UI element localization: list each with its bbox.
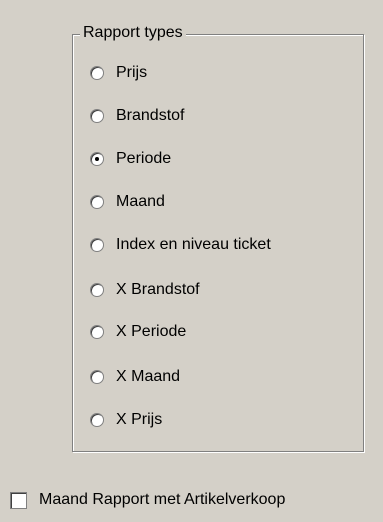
radio-prijs[interactable]: Prijs bbox=[90, 63, 147, 83]
radio-label: Maand bbox=[116, 193, 165, 210]
radio-label: Index en niveau ticket bbox=[116, 236, 271, 253]
checkbox-icon[interactable] bbox=[10, 491, 27, 509]
radio-x-brandstof[interactable]: X Brandstof bbox=[90, 280, 200, 300]
radio-circle-icon[interactable] bbox=[90, 66, 104, 80]
radio-index-en-niveau-ticket[interactable]: Index en niveau ticket bbox=[90, 235, 271, 255]
radio-circle-icon[interactable] bbox=[90, 152, 104, 166]
groupbox-title: Rapport types bbox=[80, 23, 186, 43]
radio-circle-icon[interactable] bbox=[90, 195, 104, 209]
radio-x-prijs[interactable]: X Prijs bbox=[90, 410, 162, 430]
radio-label: X Periode bbox=[116, 323, 187, 340]
radio-label: X Maand bbox=[116, 368, 181, 385]
radio-maand[interactable]: Maand bbox=[90, 192, 165, 212]
checkbox-label: Maand Rapport met Artikelverkoop bbox=[39, 491, 286, 508]
radio-circle-icon[interactable] bbox=[90, 109, 104, 123]
radio-circle-icon[interactable] bbox=[90, 238, 104, 252]
radio-x-maand[interactable]: X Maand bbox=[90, 367, 180, 387]
radio-label: X Prijs bbox=[116, 411, 163, 428]
radio-circle-icon[interactable] bbox=[90, 325, 104, 339]
radio-label: X Brandstof bbox=[116, 281, 200, 298]
radio-circle-icon[interactable] bbox=[90, 283, 104, 297]
radio-label: Brandstof bbox=[116, 107, 185, 124]
radio-circle-icon[interactable] bbox=[90, 413, 104, 427]
maand-rapport-checkbox[interactable]: Maand Rapport met Artikelverkoop bbox=[10, 489, 285, 511]
radio-label: Periode bbox=[116, 150, 172, 167]
radio-brandstof[interactable]: Brandstof bbox=[90, 106, 184, 126]
radio-periode[interactable]: Periode bbox=[90, 149, 171, 169]
radio-x-periode[interactable]: X Periode bbox=[90, 322, 186, 342]
radio-circle-icon[interactable] bbox=[90, 370, 104, 384]
radio-label: Prijs bbox=[116, 64, 148, 81]
